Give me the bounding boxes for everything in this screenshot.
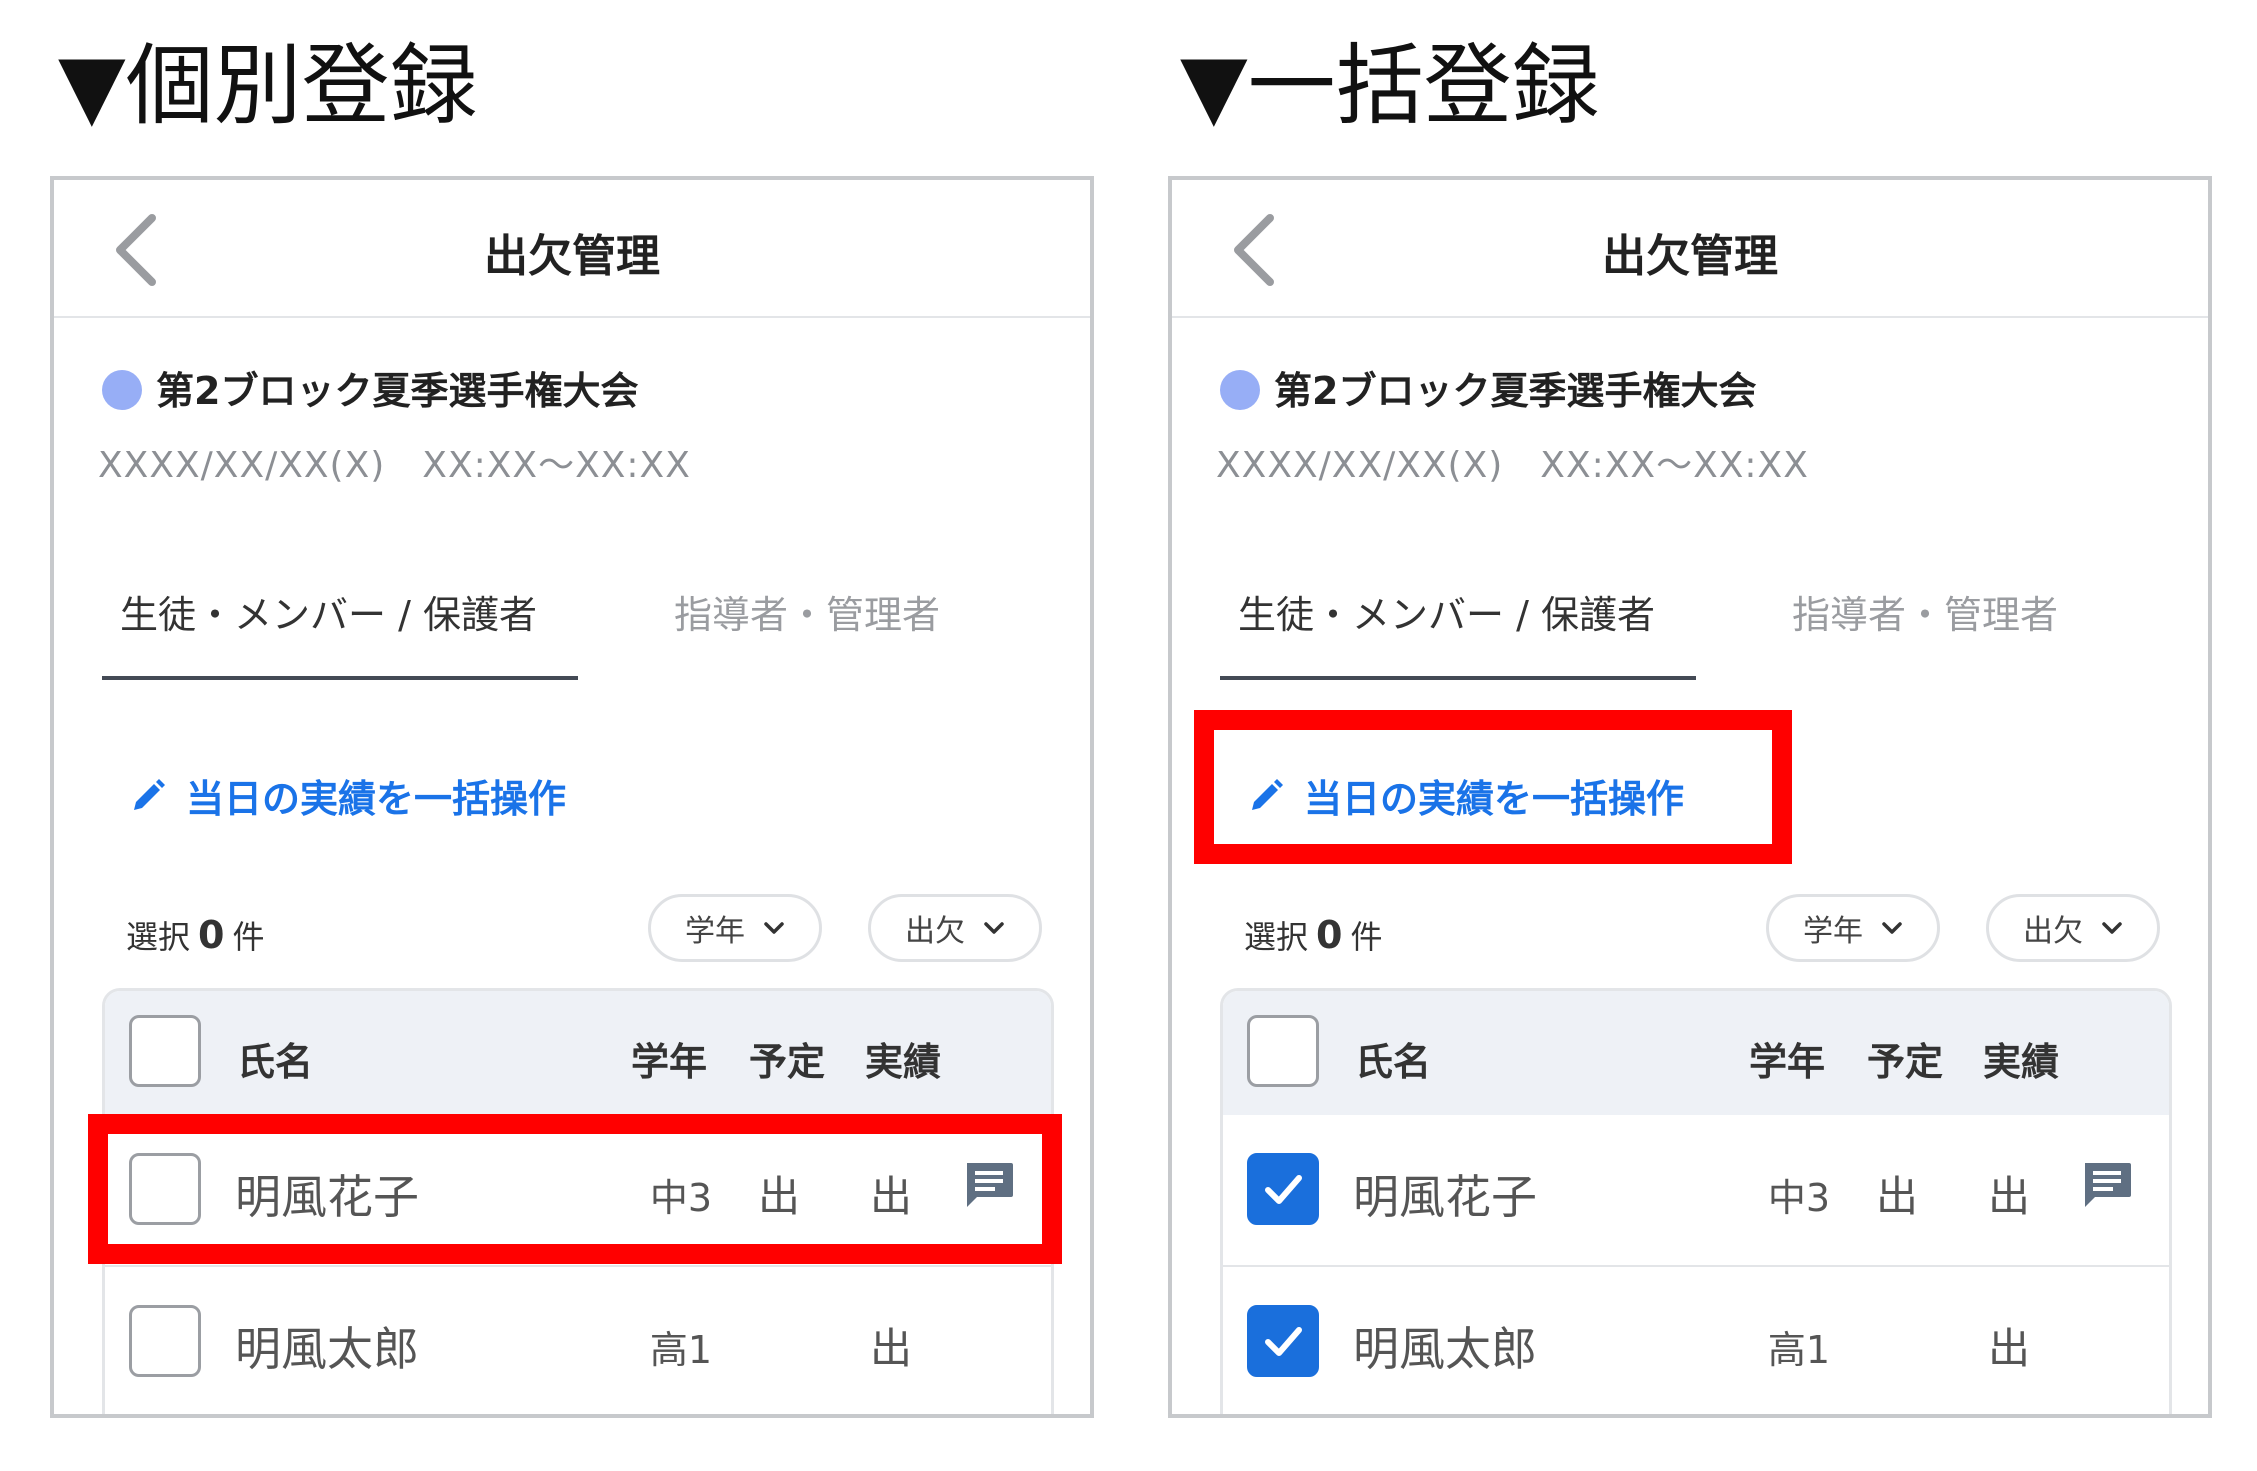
select-all-checkbox[interactable] (1247, 1015, 1319, 1087)
member-plan: 出 (1875, 1172, 1918, 1221)
checkmark-icon (1265, 1327, 1302, 1356)
column-name: 氏名 (237, 1040, 314, 1084)
event-name-text: 第2ブロック夏季選手権大会 (1274, 369, 1757, 413)
tab-members-guardians[interactable]: 生徒・メンバー / 保護者 (1238, 584, 1655, 639)
filter-grade-label: 学年 (685, 914, 745, 949)
bulk-action-link[interactable]: 当日の実績を一括操作 (128, 768, 566, 823)
select-all-checkbox[interactable] (129, 1015, 201, 1087)
filter-grade-dropdown[interactable]: 学年 (648, 894, 822, 962)
selection-prefix: 選択 (1244, 918, 1309, 956)
tab-coaches-admins[interactable]: 指導者・管理者 (1792, 584, 2058, 639)
filter-attendance-label: 出欠 (905, 914, 965, 949)
bulk-action-link[interactable]: 当日の実績を一括操作 (1246, 768, 1684, 823)
chevron-down-icon (1882, 922, 1902, 934)
page-title: 出欠管理 (484, 231, 660, 282)
app-header: 出欠管理 (1172, 180, 2208, 318)
member-name: 明風花子 (235, 1170, 419, 1224)
selection-prefix: 選択 (126, 918, 191, 956)
selection-suffix: 件 (1350, 918, 1383, 956)
event-name: 第2ブロック夏季選手権大会 (1220, 360, 1756, 415)
row-checkbox-checked[interactable] (1247, 1153, 1319, 1225)
selection-count: 選択 0 件 (126, 912, 264, 958)
active-tab-indicator (1220, 676, 1696, 680)
filter-attendance-dropdown[interactable]: 出欠 (1986, 894, 2160, 962)
member-name: 明風太郎 (1353, 1322, 1537, 1376)
event-color-dot (1220, 370, 1260, 410)
chevron-down-icon (2102, 922, 2122, 934)
member-name: 明風花子 (1353, 1170, 1537, 1224)
table-row[interactable]: 明風太郎 高1 出 (1223, 1267, 2169, 1414)
column-grade: 学年 (631, 1040, 708, 1084)
event-color-dot (102, 370, 142, 410)
section-title-individual: ▼個別登録 (58, 34, 478, 137)
bulk-action-label: 当日の実績を一括操作 (1304, 777, 1685, 821)
pencil-icon (134, 778, 165, 810)
event-name: 第2ブロック夏季選手権大会 (102, 360, 638, 415)
attendance-table: 氏名 学年 予定 実績 明風花子 中3 出 出 明風太郎 高1 出 (1220, 988, 2172, 1414)
member-name: 明風太郎 (235, 1322, 419, 1376)
column-actual: 実績 (865, 1040, 942, 1084)
member-grade: 中3 (649, 1176, 713, 1220)
attendance-table: 氏名 学年 予定 実績 明風花子 中3 出 出 明風太郎 高1 出 (102, 988, 1054, 1414)
member-actual: 出 (1987, 1324, 2030, 1373)
tab-coaches-admins[interactable]: 指導者・管理者 (674, 584, 940, 639)
event-name-text: 第2ブロック夏季選手権大会 (156, 369, 639, 413)
attendance-panel-individual: 出欠管理 第2ブロック夏季選手権大会 XXXX/XX/XX(X) XX:XX〜X… (50, 176, 1094, 1418)
member-grade: 中3 (1767, 1176, 1831, 1220)
filter-attendance-dropdown[interactable]: 出欠 (868, 894, 1042, 962)
bulk-action-label: 当日の実績を一括操作 (186, 777, 567, 821)
checkmark-icon (1265, 1175, 1302, 1204)
column-grade: 学年 (1749, 1040, 1826, 1084)
event-datetime: XXXX/XX/XX(X) XX:XX〜XX:XX (98, 445, 691, 486)
member-plan: 出 (757, 1172, 800, 1221)
selection-number: 0 (198, 913, 225, 957)
tab-members-guardians[interactable]: 生徒・メンバー / 保護者 (120, 584, 537, 639)
chevron-down-icon (984, 922, 1004, 934)
column-plan: 予定 (749, 1040, 826, 1084)
table-header: 氏名 学年 予定 実績 (105, 991, 1051, 1115)
column-actual: 実績 (1983, 1040, 2060, 1084)
active-tab-indicator (102, 676, 578, 680)
column-plan: 予定 (1867, 1040, 1944, 1084)
table-row[interactable]: 明風太郎 高1 出 (105, 1267, 1051, 1414)
chevron-down-icon (764, 922, 784, 934)
page-title: 出欠管理 (1602, 231, 1778, 282)
member-actual: 出 (869, 1172, 912, 1221)
column-name: 氏名 (1355, 1040, 1432, 1084)
filter-attendance-label: 出欠 (2023, 914, 2083, 949)
row-checkbox-checked[interactable] (1247, 1305, 1319, 1377)
selection-suffix: 件 (232, 918, 265, 956)
member-actual: 出 (869, 1324, 912, 1373)
app-header: 出欠管理 (54, 180, 1090, 318)
comment-icon[interactable] (2081, 1161, 2133, 1209)
table-header: 氏名 学年 予定 実績 (1223, 991, 2169, 1115)
event-datetime: XXXX/XX/XX(X) XX:XX〜XX:XX (1216, 445, 1809, 486)
filter-grade-dropdown[interactable]: 学年 (1766, 894, 1940, 962)
row-checkbox[interactable] (129, 1305, 201, 1377)
member-grade: 高1 (649, 1328, 713, 1372)
pencil-icon (1252, 778, 1283, 810)
member-grade: 高1 (1767, 1328, 1831, 1372)
table-row[interactable]: 明風花子 中3 出 出 (105, 1115, 1051, 1267)
selection-number: 0 (1316, 913, 1343, 957)
table-row[interactable]: 明風花子 中3 出 出 (1223, 1115, 2169, 1267)
section-title-bulk: ▼一括登録 (1180, 34, 1600, 137)
filter-grade-label: 学年 (1803, 914, 1863, 949)
comment-icon[interactable] (963, 1161, 1015, 1209)
selection-count: 選択 0 件 (1244, 912, 1382, 958)
row-checkbox[interactable] (129, 1153, 201, 1225)
member-actual: 出 (1987, 1172, 2030, 1221)
attendance-panel-bulk: 出欠管理 第2ブロック夏季選手権大会 XXXX/XX/XX(X) XX:XX〜X… (1168, 176, 2212, 1418)
